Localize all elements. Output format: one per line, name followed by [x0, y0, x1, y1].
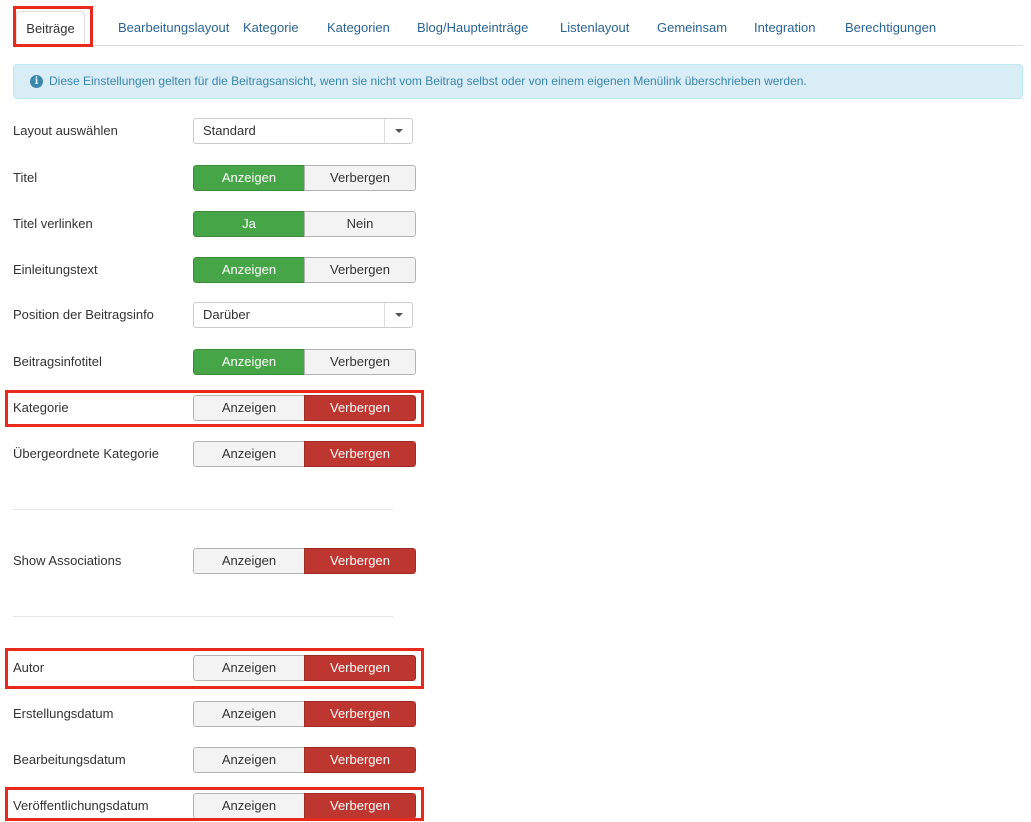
- titel-toggle: Anzeigen Verbergen: [193, 165, 416, 191]
- section-divider: [13, 616, 393, 617]
- field-label: Beitragsinfotitel: [13, 354, 102, 369]
- field-label: Übergeordnete Kategorie: [13, 446, 159, 461]
- field-label: Show Associations: [13, 553, 122, 568]
- field-label: Bearbeitungsdatum: [13, 752, 126, 767]
- info-alert: i Diese Einstellungen gelten für die Bei…: [13, 64, 1023, 99]
- select-value: Standard: [203, 123, 256, 138]
- layout-select[interactable]: Standard: [193, 118, 413, 144]
- field-einleitungstext: Einleitungstext Anzeigen Verbergen: [13, 257, 423, 283]
- verbergen-button[interactable]: Verbergen: [304, 548, 416, 574]
- chevron-down-icon: [384, 119, 412, 143]
- tab-beitraege[interactable]: Beiträge: [16, 11, 85, 46]
- verbergen-button[interactable]: Verbergen: [304, 441, 416, 467]
- field-kategorie: Kategorie Anzeigen Verbergen: [13, 395, 423, 421]
- verbergen-button[interactable]: Verbergen: [304, 701, 416, 727]
- alert-text: Diese Einstellungen gelten für die Beitr…: [49, 74, 807, 88]
- field-titel-verlinken: Titel verlinken Ja Nein: [13, 211, 423, 237]
- beitragsinfotitel-toggle: Anzeigen Verbergen: [193, 349, 416, 375]
- select-value: Darüber: [203, 307, 250, 322]
- erstellungsdatum-toggle: Anzeigen Verbergen: [193, 701, 416, 727]
- chevron-down-icon: [384, 303, 412, 327]
- tab-gemeinsam[interactable]: Gemeinsam: [657, 11, 727, 45]
- anzeigen-button[interactable]: Anzeigen: [193, 655, 304, 681]
- titel-verlinken-toggle: Ja Nein: [193, 211, 416, 237]
- tab-integration[interactable]: Integration: [754, 11, 815, 45]
- position-select[interactable]: Darüber: [193, 302, 413, 328]
- tab-bar: Beiträge Bearbeitungslayout Kategorie Ka…: [14, 8, 1023, 46]
- field-show-associations: Show Associations Anzeigen Verbergen: [13, 548, 423, 574]
- verbergen-button[interactable]: Verbergen: [304, 165, 416, 191]
- anzeigen-button[interactable]: Anzeigen: [193, 349, 304, 375]
- anzeigen-button[interactable]: Anzeigen: [193, 165, 304, 191]
- tab-kategorien[interactable]: Kategorien: [327, 11, 390, 45]
- field-beitragsinfotitel: Beitragsinfotitel Anzeigen Verbergen: [13, 349, 423, 375]
- anzeigen-button[interactable]: Anzeigen: [193, 701, 304, 727]
- field-label: Einleitungstext: [13, 262, 98, 277]
- bearbeitungsdatum-toggle: Anzeigen Verbergen: [193, 747, 416, 773]
- field-label: Position der Beitragsinfo: [13, 307, 154, 322]
- info-icon: i: [30, 75, 43, 88]
- field-autor: Autor Anzeigen Verbergen: [13, 655, 423, 681]
- anzeigen-button[interactable]: Anzeigen: [193, 441, 304, 467]
- section-divider: [13, 509, 393, 510]
- field-titel: Titel Anzeigen Verbergen: [13, 165, 423, 191]
- field-label: Veröffentlichungsdatum: [13, 798, 149, 813]
- einleitungstext-toggle: Anzeigen Verbergen: [193, 257, 416, 283]
- tab-bearbeitungslayout[interactable]: Bearbeitungslayout: [118, 11, 229, 45]
- anzeigen-button[interactable]: Anzeigen: [193, 793, 304, 819]
- verbergen-button[interactable]: Verbergen: [304, 349, 416, 375]
- nein-button[interactable]: Nein: [304, 211, 416, 237]
- veroeffentlichungsdatum-toggle: Anzeigen Verbergen: [193, 793, 416, 819]
- verbergen-button[interactable]: Verbergen: [304, 793, 416, 819]
- show-associations-toggle: Anzeigen Verbergen: [193, 548, 416, 574]
- kategorie-toggle: Anzeigen Verbergen: [193, 395, 416, 421]
- field-bearbeitungsdatum: Bearbeitungsdatum Anzeigen Verbergen: [13, 747, 423, 773]
- field-label: Kategorie: [13, 400, 69, 415]
- field-label: Titel verlinken: [13, 216, 93, 231]
- tab-blog-haupteintraege[interactable]: Blog/Haupteinträge: [417, 11, 528, 45]
- field-veroeffentlichungsdatum: Veröffentlichungsdatum Anzeigen Verberge…: [13, 793, 423, 819]
- tab-kategorie[interactable]: Kategorie: [243, 11, 299, 45]
- field-layout: Layout auswählen Standard: [13, 118, 423, 144]
- autor-toggle: Anzeigen Verbergen: [193, 655, 416, 681]
- verbergen-button[interactable]: Verbergen: [304, 747, 416, 773]
- field-label: Autor: [13, 660, 45, 675]
- field-position-beitragsinfo: Position der Beitragsinfo Darüber: [13, 302, 423, 328]
- anzeigen-button[interactable]: Anzeigen: [193, 548, 304, 574]
- verbergen-button[interactable]: Verbergen: [304, 257, 416, 283]
- field-uebergeordnete-kategorie: Übergeordnete Kategorie Anzeigen Verberg…: [13, 441, 423, 467]
- field-erstellungsdatum: Erstellungsdatum Anzeigen Verbergen: [13, 701, 423, 727]
- ja-button[interactable]: Ja: [193, 211, 304, 237]
- verbergen-button[interactable]: Verbergen: [304, 655, 416, 681]
- field-label: Erstellungsdatum: [13, 706, 114, 721]
- tab-berechtigungen[interactable]: Berechtigungen: [845, 11, 936, 45]
- tab-listenlayout[interactable]: Listenlayout: [560, 11, 629, 45]
- uebergeordnete-kategorie-toggle: Anzeigen Verbergen: [193, 441, 416, 467]
- anzeigen-button[interactable]: Anzeigen: [193, 395, 304, 421]
- anzeigen-button[interactable]: Anzeigen: [193, 747, 304, 773]
- field-label: Layout auswählen: [13, 123, 118, 138]
- verbergen-button[interactable]: Verbergen: [304, 395, 416, 421]
- field-label: Titel: [13, 170, 38, 185]
- anzeigen-button[interactable]: Anzeigen: [193, 257, 304, 283]
